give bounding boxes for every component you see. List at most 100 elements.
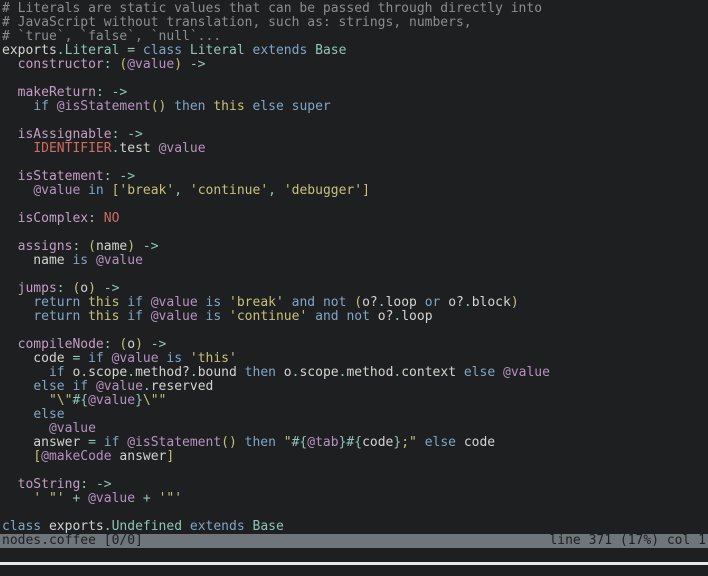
code-line[interactable]: assigns: (name) ->: [2, 240, 708, 254]
code-token: code: [456, 435, 496, 450]
instance-var-token: @value: [88, 393, 136, 408]
code-line[interactable]: isAssignable: ->: [2, 128, 708, 142]
code-line[interactable]: exports.Literal = class Literal extends …: [2, 44, 708, 58]
instance-var-token: @value: [33, 183, 81, 198]
constant-token: IDENTIFIER: [33, 141, 112, 156]
code-line[interactable]: if @isStatement() then this else super: [2, 100, 708, 114]
code-token: answer: [111, 449, 167, 464]
code-line[interactable]: [@makeCode answer]: [2, 450, 708, 464]
code-editor[interactable]: # Literals are static values that can be…: [2, 2, 708, 534]
code-token: test: [119, 141, 159, 156]
bracket-token: (: [354, 295, 363, 310]
code-line[interactable]: code = if @value is 'this': [2, 352, 708, 366]
property-token: isStatement: [17, 169, 104, 184]
code-line[interactable]: [2, 198, 708, 212]
code-token: o: [127, 337, 136, 352]
this-token: this: [88, 309, 120, 324]
code-line[interactable]: [2, 324, 708, 338]
code-token: method: [346, 365, 394, 380]
code-line[interactable]: if o.scope.method?.bound then o.scope.me…: [2, 366, 708, 380]
code-line[interactable]: "\"#{@value}\"": [2, 394, 708, 408]
code-line[interactable]: isStatement: ->: [2, 170, 708, 184]
code-line[interactable]: [2, 268, 708, 282]
code-line[interactable]: else if @value.reserved: [2, 380, 708, 394]
operator-token: ->: [95, 477, 112, 492]
operator-token: ,: [174, 183, 183, 198]
code-token: scope: [88, 365, 128, 380]
keyword-token: not: [322, 295, 347, 310]
operator-token: =: [88, 435, 96, 450]
code-line[interactable]: # Literals are static values that can be…: [2, 2, 708, 16]
operator-token: ->: [127, 127, 143, 142]
code-line[interactable]: answer = if @isStatement() then "#{@tab}…: [2, 436, 708, 450]
code-line[interactable]: @value: [2, 422, 708, 436]
code-line[interactable]: @value in ['break', 'continue', 'debugge…: [2, 184, 708, 198]
comment-token: # Literals are static values that can be…: [2, 1, 543, 16]
bracket-token: ): [135, 337, 143, 352]
property-token: jumps: [17, 281, 57, 296]
operator-token: .: [377, 295, 386, 310]
code-line[interactable]: [2, 226, 708, 240]
code-line[interactable]: ' "' + @value + '"': [2, 492, 708, 506]
code-line[interactable]: toString: ->: [2, 478, 708, 492]
code-line[interactable]: else: [2, 408, 708, 422]
operator-token: .: [142, 379, 151, 394]
code-line[interactable]: makeReturn: ->: [2, 86, 708, 100]
code-line[interactable]: [2, 506, 708, 520]
code-token: name: [95, 239, 128, 254]
operator-token: ->: [103, 281, 120, 296]
code-line[interactable]: # `true`, `false`, `null`...: [2, 30, 708, 44]
status-position: line 371 (17%) col 1: [549, 533, 706, 548]
code-line[interactable]: [2, 72, 708, 86]
code-token: o: [275, 365, 292, 380]
operator-token: .: [80, 365, 89, 380]
interpolation-token: #{: [72, 393, 89, 408]
code-line[interactable]: IDENTIFIER.test @value: [2, 142, 708, 156]
code-line[interactable]: [2, 464, 708, 478]
string-token: ": [283, 435, 292, 450]
code-token: loop: [401, 309, 433, 324]
code-line[interactable]: jumps: (o) ->: [2, 282, 708, 296]
operator-token: .: [56, 43, 65, 58]
code-line[interactable]: return this if @value is 'continue' and …: [2, 310, 708, 324]
status-filename: nodes.coffee [0/0]: [2, 533, 143, 548]
code-token: code: [2, 351, 73, 366]
constant-token: NO: [103, 211, 120, 226]
code-line[interactable]: name is @value: [2, 254, 708, 268]
operator-token: .: [127, 365, 136, 380]
keyword-token: extends: [252, 43, 308, 58]
keyword-token: then: [174, 99, 206, 114]
code-line[interactable]: class exports.Undefined extends Base: [2, 520, 708, 534]
code-token: o?: [362, 295, 378, 310]
string-token: 'break': [119, 183, 175, 198]
bracket-token: ): [174, 57, 183, 72]
code-line[interactable]: return this if @value is 'break' and not…: [2, 296, 708, 310]
property-token: compileNode: [17, 337, 104, 352]
code-line[interactable]: compileNode: (o) ->: [2, 338, 708, 352]
code-line[interactable]: isComplex: NO: [2, 212, 708, 226]
code-line[interactable]: [2, 156, 708, 170]
code-line[interactable]: # JavaScript without translation, such a…: [2, 16, 708, 30]
operator-token: :: [95, 85, 104, 100]
code-line[interactable]: constructor: (@value) ->: [2, 58, 708, 72]
code-line[interactable]: [2, 114, 708, 128]
